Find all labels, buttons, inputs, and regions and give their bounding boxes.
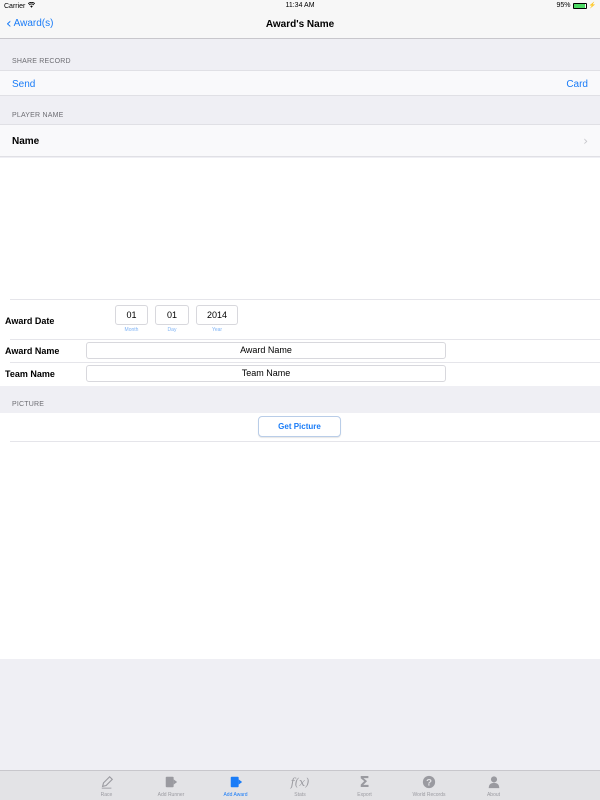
player-name-row[interactable]: Name › <box>0 124 600 157</box>
card-button[interactable]: Card <box>566 79 588 90</box>
divider <box>10 299 600 300</box>
send-button[interactable]: Send <box>12 79 35 90</box>
function-icon: f(x) <box>290 775 310 789</box>
share-record-header: SHARE RECORD <box>12 58 71 65</box>
person-icon <box>486 774 502 790</box>
pen-icon <box>99 774 115 790</box>
navigation-bar: ‹ Award(s) Award's Name <box>0 12 600 39</box>
tab-about[interactable]: About <box>461 771 526 800</box>
battery-percent: 95% <box>556 2 571 9</box>
tab-add-award[interactable]: Add Award <box>203 771 268 800</box>
battery-fill <box>573 3 585 8</box>
tab-label: About <box>486 792 501 798</box>
clock: 11:34 AM <box>285 2 315 9</box>
award-date-label: Award Date <box>5 316 55 326</box>
player-name-header: PLAYER NAME <box>12 112 64 119</box>
divider <box>10 339 600 340</box>
picture-section: Get Picture <box>0 413 600 659</box>
day-field[interactable]: 01 <box>155 305 189 325</box>
picture-header: PICTURE <box>12 401 45 408</box>
divider <box>10 362 600 363</box>
tab-label: Add Runner <box>157 792 185 798</box>
tab-export[interactable]: Σ Export <box>332 771 397 800</box>
add-runner-icon <box>163 774 179 790</box>
award-name-field[interactable]: Award Name <box>86 342 446 359</box>
day-caption: Day <box>167 327 177 333</box>
year-caption: Year <box>211 327 223 333</box>
month-caption: Month <box>124 327 139 333</box>
svg-text:?: ? <box>426 778 432 789</box>
tab-stats[interactable]: f(x) Stats <box>268 771 333 800</box>
tab-world-records[interactable]: ? World Records <box>397 771 462 800</box>
page-title: Award's Name <box>265 19 335 30</box>
tab-label: Export <box>357 792 372 798</box>
status-bar: Carrier 11:34 AM 95% ⚡ <box>0 0 600 12</box>
tab-label: Add Award <box>223 792 248 798</box>
tab-race[interactable]: Race <box>74 771 139 800</box>
battery-icon <box>572 2 587 9</box>
year-field[interactable]: 2014 <box>196 305 238 325</box>
question-icon: ? <box>421 774 437 790</box>
add-award-icon <box>228 774 244 790</box>
player-name-label: Name <box>12 136 40 147</box>
award-name-label: Award Name <box>5 346 60 356</box>
divider <box>10 441 600 442</box>
charging-icon: ⚡ <box>588 3 596 9</box>
tab-label: Race <box>100 792 113 798</box>
tab-bar: Race Add Runner Add Award f(x) Stats Σ E… <box>0 770 600 800</box>
get-picture-button[interactable]: Get Picture <box>258 416 341 437</box>
team-name-field[interactable]: Team Name <box>86 365 446 382</box>
battery-indicator: 95% ⚡ <box>557 2 597 9</box>
tab-label: World Records <box>412 792 446 798</box>
month-field[interactable]: 01 <box>115 305 148 325</box>
tab-add-runner[interactable]: Add Runner <box>139 771 204 800</box>
share-record-row: Send Card <box>0 70 600 96</box>
tab-label: Stats <box>294 792 306 798</box>
team-name-label: Team Name <box>5 369 55 379</box>
chevron-right-icon: › <box>583 134 588 148</box>
sigma-icon: Σ <box>359 773 370 791</box>
